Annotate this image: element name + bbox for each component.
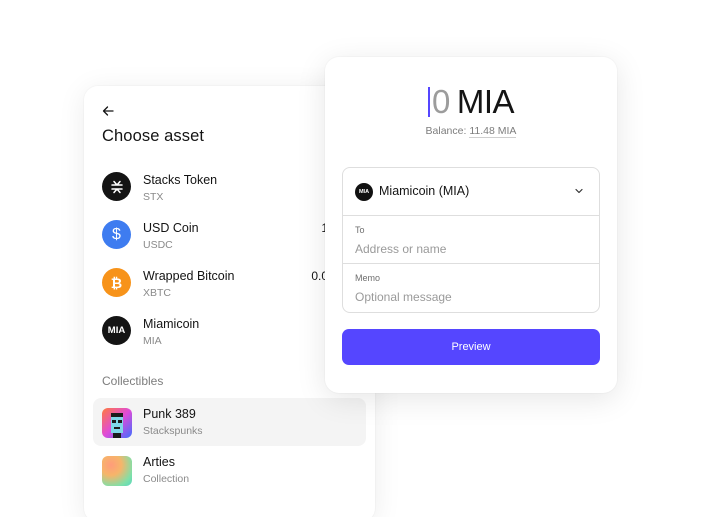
asset-name: Stacks Token [143, 173, 218, 187]
bitcoin-icon: ₿ [102, 268, 131, 297]
chevron-down-icon [575, 188, 583, 194]
asset-symbol: USDC [143, 239, 173, 251]
preview-button[interactable]: Preview [342, 329, 600, 365]
collectible-collection: Collection [143, 473, 190, 485]
collectible-name: Arties [143, 455, 175, 469]
asset-name: Wrapped Bitcoin [143, 269, 235, 283]
memo-field[interactable]: Memo [343, 264, 599, 312]
memo-label: Memo [355, 273, 381, 283]
balance-text: Balance: 11.48 MIA [325, 125, 617, 138]
punk-thumbnail [102, 408, 132, 438]
send-form-panel: 0 MIA Balance: 11.48 MIA MIA Miamicoin (M… [325, 57, 617, 393]
miamicoin-icon: MIA [102, 316, 131, 345]
asset-symbol: MIA [143, 335, 162, 347]
collectibles-list: Punk 389 Stackspunks Arties Collection [84, 398, 375, 494]
stage: Choose asset Stacks Token STX $ USD Coin… [0, 0, 708, 517]
asset-symbol: XBTC [143, 287, 172, 299]
amount-display[interactable]: 0 MIA [325, 82, 617, 122]
miamicoin-icon: MIA [355, 183, 373, 201]
asset-symbol: STX [143, 191, 164, 203]
balance-label: Balance: [425, 125, 467, 137]
balance-value[interactable]: 11.48 MIA [469, 125, 517, 138]
amount-value: 0 [431, 83, 450, 120]
asset-name: Miamicoin [143, 317, 200, 331]
recipient-input[interactable] [355, 240, 585, 258]
text-cursor [427, 87, 430, 117]
asset-select[interactable]: MIA Miamicoin (MIA) [343, 168, 599, 216]
back-arrow-icon[interactable] [101, 104, 115, 118]
collectibles-heading: Collectibles [102, 374, 164, 388]
choose-asset-title: Choose asset [102, 127, 205, 145]
collectible-item-arties[interactable]: Arties Collection [93, 446, 366, 494]
collectible-item-punk[interactable]: Punk 389 Stackspunks [93, 398, 366, 446]
amount-unit: MIA [456, 83, 515, 120]
arties-thumbnail [102, 456, 132, 486]
asset-select-label: Miamicoin (MIA) [379, 184, 470, 198]
collectible-name: Punk 389 [143, 407, 196, 421]
dollar-icon: $ [102, 220, 131, 249]
recipient-label: To [355, 225, 365, 235]
memo-input[interactable] [355, 288, 585, 306]
stacks-icon [102, 172, 131, 201]
asset-name: USD Coin [143, 221, 199, 235]
recipient-field[interactable]: To [343, 216, 599, 264]
send-form-fields: MIA Miamicoin (MIA) To Memo [342, 167, 600, 313]
collectible-collection: Stackspunks [143, 425, 203, 437]
